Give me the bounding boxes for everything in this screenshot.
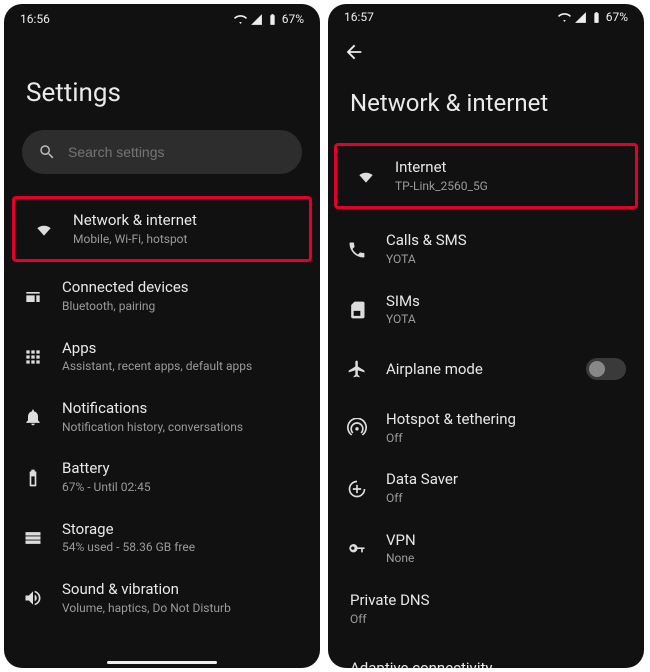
battery-icon [590,11,603,24]
status-bar: 16:57 67% [328,4,644,26]
search-input[interactable] [68,144,286,160]
item-sub: YOTA [386,312,626,328]
item-apps[interactable]: Apps Assistant, recent apps, default app… [4,327,320,387]
phone-left-settings: 16:56 67% Settings Network & internet [4,4,320,668]
battery-icon [22,467,44,489]
phone-icon [346,239,368,261]
status-battery: 67% [282,12,304,26]
arrow-left-icon [343,41,365,63]
item-sub: Off [386,491,626,507]
volume-icon [22,587,44,609]
item-title: Notifications [62,399,302,418]
item-title: Airplane mode [386,360,568,379]
vpn-key-icon [346,538,368,560]
airplane-toggle[interactable] [586,358,626,380]
page-title: Settings [4,30,320,130]
item-battery[interactable]: Battery 67% - Until 02:45 [4,447,320,507]
item-sub: Off [386,431,626,447]
item-sub: TP-Link_2560_5G [395,179,617,195]
sim-icon [346,299,368,321]
airplane-icon [346,358,368,380]
hotspot-icon [346,417,368,439]
item-sub: YOTA [386,252,626,268]
item-title: Internet [395,158,617,177]
item-title: SIMs [386,292,626,311]
signal-icon [250,13,263,26]
search-icon [38,143,56,161]
settings-scroll[interactable]: Settings Network & internet Mobile, Wi-F… [4,30,320,668]
wifi-icon [33,218,55,240]
status-time: 16:56 [20,12,50,26]
item-private-dns[interactable]: Private DNS Off [328,579,644,639]
item-title: Data Saver [386,470,626,489]
item-title: Network & internet [73,211,291,230]
item-calls-sms[interactable]: Calls & SMS YOTA [328,219,644,279]
item-adaptive-connectivity[interactable]: Adaptive connectivity [328,639,644,668]
item-title: Battery [62,459,302,478]
item-sims[interactable]: SIMs YOTA [328,280,644,340]
item-sub: Off [350,612,626,628]
item-storage[interactable]: Storage 54% used - 58.36 GB free [4,508,320,568]
item-sub: Assistant, recent apps, default apps [62,359,302,375]
item-title: Private DNS [350,591,626,610]
item-title: Storage [62,520,302,539]
item-vpn[interactable]: VPN None [328,519,644,579]
wifi-icon [355,165,377,187]
devices-icon [22,286,44,308]
item-internet[interactable]: Internet TP-Link_2560_5G [337,146,635,206]
highlight-internet: Internet TP-Link_2560_5G [334,143,638,209]
item-title: Adaptive connectivity [350,659,626,668]
item-sub: 54% used - 58.36 GB free [62,540,302,556]
status-time: 16:57 [344,10,374,24]
signal-icon [574,11,587,24]
wifi-icon [558,11,571,24]
phone-right-network: 16:57 67% Network & internet Internet TP… [328,4,644,668]
item-hotspot[interactable]: Hotspot & tethering Off [328,398,644,458]
item-title: Apps [62,339,302,358]
bell-icon [22,406,44,428]
item-sub: Mobile, Wi-Fi, hotspot [73,232,291,248]
item-sub: 67% - Until 02:45 [62,480,302,496]
battery-icon [266,13,279,26]
item-sub: None [386,551,626,567]
item-network-internet[interactable]: Network & internet Mobile, Wi-Fi, hotspo… [15,199,309,259]
item-sound-vibration[interactable]: Sound & vibration Volume, haptics, Do No… [4,568,320,628]
status-bar: 16:56 67% [4,4,320,30]
item-connected-devices[interactable]: Connected devices Bluetooth, pairing [4,266,320,326]
search-settings[interactable] [22,130,302,174]
item-title: Hotspot & tethering [386,410,626,429]
item-title: Calls & SMS [386,231,626,250]
item-airplane-mode[interactable]: Airplane mode [328,340,644,398]
data-saver-icon [346,478,368,500]
settings-list: Network & internet Mobile, Wi-Fi, hotspo… [4,192,320,628]
page-title: Network & internet [328,67,644,135]
item-sub: Volume, haptics, Do Not Disturb [62,601,302,617]
highlight-network: Network & internet Mobile, Wi-Fi, hotspo… [12,196,312,262]
item-title: VPN [386,531,626,550]
status-right: 67% [558,10,628,24]
item-data-saver[interactable]: Data Saver Off [328,458,644,518]
wifi-icon [234,13,247,26]
item-title: Sound & vibration [62,580,302,599]
storage-icon [22,527,44,549]
item-notifications[interactable]: Notifications Notification history, conv… [4,387,320,447]
apps-icon [22,346,44,368]
status-right: 67% [234,12,304,26]
nav-handle[interactable] [107,661,217,664]
back-button[interactable] [342,40,366,64]
item-sub: Notification history, conversations [62,420,302,436]
network-list: Internet TP-Link_2560_5G Calls & SMS YOT… [328,135,644,668]
item-title: Connected devices [62,278,302,297]
status-battery: 67% [606,10,628,24]
item-sub: Bluetooth, pairing [62,299,302,315]
